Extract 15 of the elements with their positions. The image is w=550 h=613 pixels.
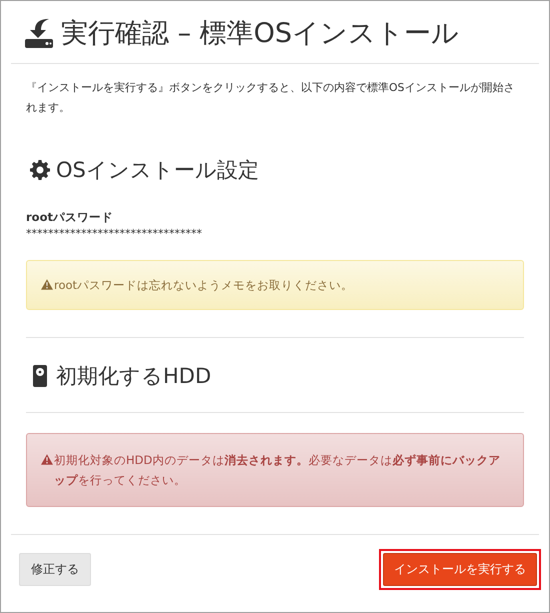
gear-icon [30,159,50,181]
field-label: rootパスワード [26,210,114,225]
alert-text: 初期化対象のHDD内のデータは消去されます。必要なデータは必ず事前にバックアップを行ってください。 [54,452,502,489]
install-button[interactable]: インストールを実行する [383,553,537,586]
hard-drive-icon [30,365,50,387]
page-title: 実行確認 – 標準OSインストール [61,17,460,51]
alert-text: rootパスワードは忘れないようメモをお取りください。 [54,277,354,294]
download-icon [23,17,55,49]
warning-icon [41,454,53,465]
warning-icon [41,279,53,290]
intro-text: 『インストールを実行する』ボタンをクリックすると、以下の内容で標準OSインストールが開始されます。 [26,80,516,116]
field-value: ******************************** [26,227,203,240]
edit-button[interactable]: 修正する [19,553,91,586]
section-heading: 初期化するHDD [56,363,212,390]
section-heading: OSインストール設定 [56,157,259,184]
